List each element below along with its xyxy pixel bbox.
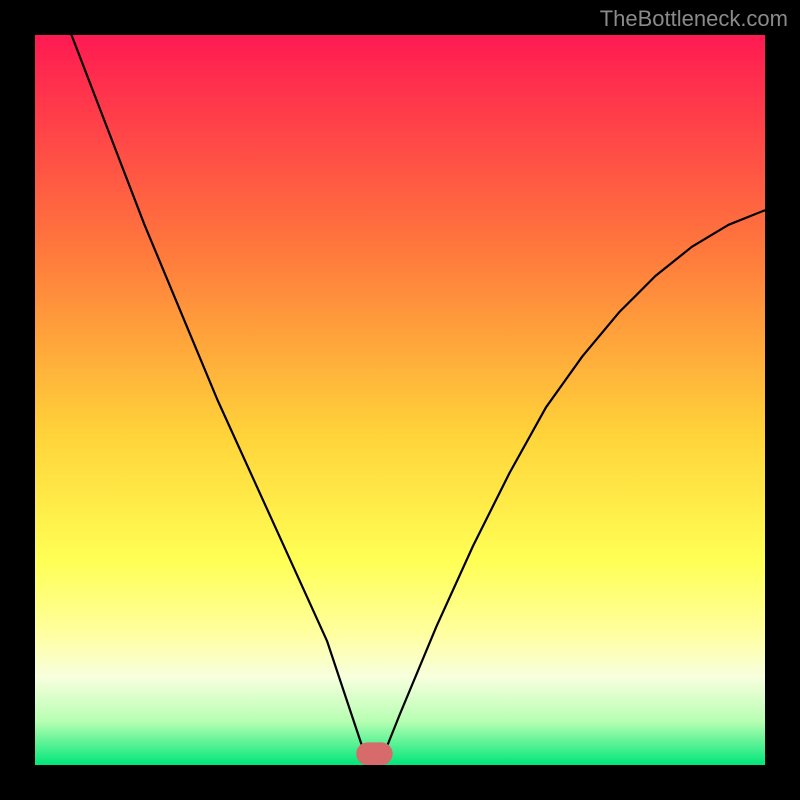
bottleneck-chart [0, 0, 800, 800]
watermark-text: TheBottleneck.com [600, 6, 788, 32]
optimum-marker [356, 742, 393, 765]
chart-container: TheBottleneck.com [0, 0, 800, 800]
chart-background [35, 35, 765, 765]
